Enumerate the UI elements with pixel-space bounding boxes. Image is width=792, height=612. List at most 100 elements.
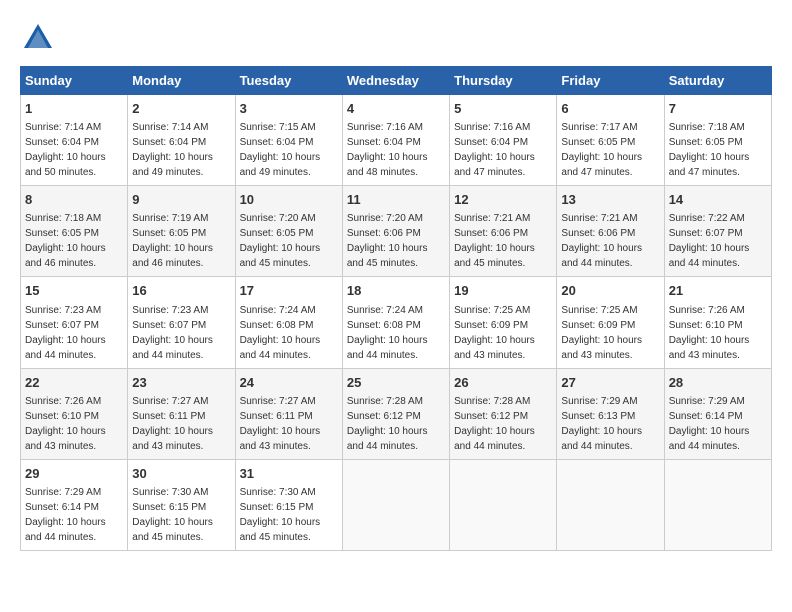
day-number: 28	[669, 374, 767, 392]
weekday-header: Monday	[128, 67, 235, 95]
calendar-cell: 4 Sunrise: 7:16 AMSunset: 6:04 PMDayligh…	[342, 95, 449, 186]
day-number: 29	[25, 465, 123, 483]
weekday-header: Friday	[557, 67, 664, 95]
day-number: 7	[669, 100, 767, 118]
calendar-cell: 1 Sunrise: 7:14 AMSunset: 6:04 PMDayligh…	[21, 95, 128, 186]
day-number: 25	[347, 374, 445, 392]
calendar-cell: 16 Sunrise: 7:23 AMSunset: 6:07 PMDaylig…	[128, 277, 235, 368]
day-info: Sunrise: 7:16 AMSunset: 6:04 PMDaylight:…	[454, 122, 535, 178]
day-number: 2	[132, 100, 230, 118]
calendar-week-row: 8 Sunrise: 7:18 AMSunset: 6:05 PMDayligh…	[21, 186, 772, 277]
calendar-cell: 9 Sunrise: 7:19 AMSunset: 6:05 PMDayligh…	[128, 186, 235, 277]
calendar-cell: 11 Sunrise: 7:20 AMSunset: 6:06 PMDaylig…	[342, 186, 449, 277]
day-number: 12	[454, 191, 552, 209]
calendar-cell: 7 Sunrise: 7:18 AMSunset: 6:05 PMDayligh…	[664, 95, 771, 186]
day-number: 24	[240, 374, 338, 392]
calendar-cell: 22 Sunrise: 7:26 AMSunset: 6:10 PMDaylig…	[21, 368, 128, 459]
day-info: Sunrise: 7:20 AMSunset: 6:06 PMDaylight:…	[347, 213, 428, 269]
day-number: 9	[132, 191, 230, 209]
day-number: 31	[240, 465, 338, 483]
day-number: 18	[347, 282, 445, 300]
calendar-table: SundayMondayTuesdayWednesdayThursdayFrid…	[20, 66, 772, 551]
calendar-cell: 2 Sunrise: 7:14 AMSunset: 6:04 PMDayligh…	[128, 95, 235, 186]
day-info: Sunrise: 7:18 AMSunset: 6:05 PMDaylight:…	[669, 122, 750, 178]
calendar-cell: 15 Sunrise: 7:23 AMSunset: 6:07 PMDaylig…	[21, 277, 128, 368]
calendar-cell: 3 Sunrise: 7:15 AMSunset: 6:04 PMDayligh…	[235, 95, 342, 186]
calendar-cell: 27 Sunrise: 7:29 AMSunset: 6:13 PMDaylig…	[557, 368, 664, 459]
calendar-cell	[450, 459, 557, 550]
day-info: Sunrise: 7:28 AMSunset: 6:12 PMDaylight:…	[454, 396, 535, 452]
calendar-cell: 29 Sunrise: 7:29 AMSunset: 6:14 PMDaylig…	[21, 459, 128, 550]
calendar-cell: 26 Sunrise: 7:28 AMSunset: 6:12 PMDaylig…	[450, 368, 557, 459]
day-info: Sunrise: 7:26 AMSunset: 6:10 PMDaylight:…	[25, 396, 106, 452]
logo	[20, 20, 60, 56]
calendar-cell	[342, 459, 449, 550]
day-info: Sunrise: 7:18 AMSunset: 6:05 PMDaylight:…	[25, 213, 106, 269]
day-info: Sunrise: 7:20 AMSunset: 6:05 PMDaylight:…	[240, 213, 321, 269]
day-number: 27	[561, 374, 659, 392]
day-number: 4	[347, 100, 445, 118]
calendar-cell	[557, 459, 664, 550]
day-number: 19	[454, 282, 552, 300]
calendar-cell: 20 Sunrise: 7:25 AMSunset: 6:09 PMDaylig…	[557, 277, 664, 368]
day-info: Sunrise: 7:25 AMSunset: 6:09 PMDaylight:…	[561, 305, 642, 361]
day-info: Sunrise: 7:14 AMSunset: 6:04 PMDaylight:…	[25, 122, 106, 178]
day-info: Sunrise: 7:17 AMSunset: 6:05 PMDaylight:…	[561, 122, 642, 178]
weekday-header-row: SundayMondayTuesdayWednesdayThursdayFrid…	[21, 67, 772, 95]
day-info: Sunrise: 7:27 AMSunset: 6:11 PMDaylight:…	[132, 396, 213, 452]
day-info: Sunrise: 7:30 AMSunset: 6:15 PMDaylight:…	[132, 487, 213, 543]
day-number: 8	[25, 191, 123, 209]
calendar-cell: 10 Sunrise: 7:20 AMSunset: 6:05 PMDaylig…	[235, 186, 342, 277]
day-info: Sunrise: 7:30 AMSunset: 6:15 PMDaylight:…	[240, 487, 321, 543]
day-info: Sunrise: 7:24 AMSunset: 6:08 PMDaylight:…	[240, 305, 321, 361]
weekday-header: Sunday	[21, 67, 128, 95]
day-info: Sunrise: 7:27 AMSunset: 6:11 PMDaylight:…	[240, 396, 321, 452]
day-number: 17	[240, 282, 338, 300]
day-info: Sunrise: 7:15 AMSunset: 6:04 PMDaylight:…	[240, 122, 321, 178]
weekday-header: Saturday	[664, 67, 771, 95]
header	[20, 20, 772, 56]
calendar-week-row: 1 Sunrise: 7:14 AMSunset: 6:04 PMDayligh…	[21, 95, 772, 186]
day-number: 13	[561, 191, 659, 209]
calendar-cell: 19 Sunrise: 7:25 AMSunset: 6:09 PMDaylig…	[450, 277, 557, 368]
day-number: 3	[240, 100, 338, 118]
calendar-cell: 25 Sunrise: 7:28 AMSunset: 6:12 PMDaylig…	[342, 368, 449, 459]
day-info: Sunrise: 7:23 AMSunset: 6:07 PMDaylight:…	[132, 305, 213, 361]
day-number: 6	[561, 100, 659, 118]
calendar-cell: 24 Sunrise: 7:27 AMSunset: 6:11 PMDaylig…	[235, 368, 342, 459]
day-info: Sunrise: 7:19 AMSunset: 6:05 PMDaylight:…	[132, 213, 213, 269]
day-info: Sunrise: 7:21 AMSunset: 6:06 PMDaylight:…	[561, 213, 642, 269]
day-number: 11	[347, 191, 445, 209]
day-number: 10	[240, 191, 338, 209]
calendar-cell: 5 Sunrise: 7:16 AMSunset: 6:04 PMDayligh…	[450, 95, 557, 186]
calendar-cell: 13 Sunrise: 7:21 AMSunset: 6:06 PMDaylig…	[557, 186, 664, 277]
day-info: Sunrise: 7:23 AMSunset: 6:07 PMDaylight:…	[25, 305, 106, 361]
calendar-cell: 28 Sunrise: 7:29 AMSunset: 6:14 PMDaylig…	[664, 368, 771, 459]
calendar-cell: 21 Sunrise: 7:26 AMSunset: 6:10 PMDaylig…	[664, 277, 771, 368]
day-number: 5	[454, 100, 552, 118]
day-info: Sunrise: 7:14 AMSunset: 6:04 PMDaylight:…	[132, 122, 213, 178]
calendar-week-row: 29 Sunrise: 7:29 AMSunset: 6:14 PMDaylig…	[21, 459, 772, 550]
day-number: 22	[25, 374, 123, 392]
calendar-week-row: 15 Sunrise: 7:23 AMSunset: 6:07 PMDaylig…	[21, 277, 772, 368]
weekday-header: Tuesday	[235, 67, 342, 95]
logo-icon	[20, 20, 56, 56]
calendar-cell: 14 Sunrise: 7:22 AMSunset: 6:07 PMDaylig…	[664, 186, 771, 277]
calendar-week-row: 22 Sunrise: 7:26 AMSunset: 6:10 PMDaylig…	[21, 368, 772, 459]
day-info: Sunrise: 7:26 AMSunset: 6:10 PMDaylight:…	[669, 305, 750, 361]
day-info: Sunrise: 7:24 AMSunset: 6:08 PMDaylight:…	[347, 305, 428, 361]
weekday-header: Wednesday	[342, 67, 449, 95]
calendar-cell: 6 Sunrise: 7:17 AMSunset: 6:05 PMDayligh…	[557, 95, 664, 186]
day-number: 14	[669, 191, 767, 209]
day-number: 21	[669, 282, 767, 300]
day-number: 15	[25, 282, 123, 300]
day-number: 1	[25, 100, 123, 118]
weekday-header: Thursday	[450, 67, 557, 95]
day-number: 30	[132, 465, 230, 483]
day-info: Sunrise: 7:21 AMSunset: 6:06 PMDaylight:…	[454, 213, 535, 269]
calendar-cell: 12 Sunrise: 7:21 AMSunset: 6:06 PMDaylig…	[450, 186, 557, 277]
day-number: 23	[132, 374, 230, 392]
day-info: Sunrise: 7:25 AMSunset: 6:09 PMDaylight:…	[454, 305, 535, 361]
calendar-cell: 18 Sunrise: 7:24 AMSunset: 6:08 PMDaylig…	[342, 277, 449, 368]
calendar-cell: 23 Sunrise: 7:27 AMSunset: 6:11 PMDaylig…	[128, 368, 235, 459]
